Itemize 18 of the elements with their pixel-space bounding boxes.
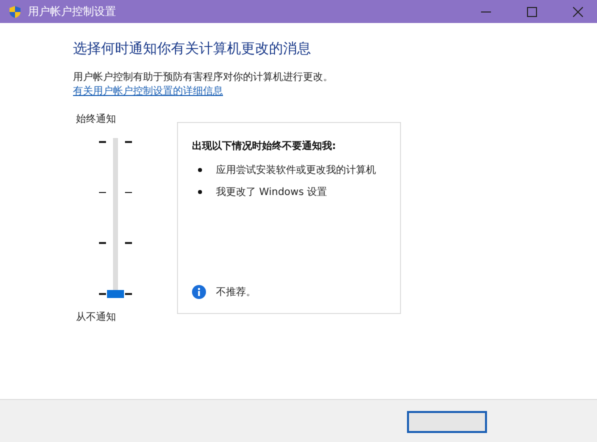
shield-icon bbox=[8, 4, 22, 18]
note-text: 不推荐。 bbox=[216, 286, 256, 299]
slider-thumb[interactable] bbox=[107, 290, 124, 298]
slider-top-label: 始终通知 bbox=[76, 112, 116, 126]
info-icon bbox=[192, 285, 206, 299]
maximize-icon[interactable] bbox=[527, 6, 537, 16]
panel-title: 出现以下情况时始终不要通知我: bbox=[192, 140, 337, 153]
list-item-text: 应用尝试安装软件或更改我的计算机 bbox=[216, 164, 376, 177]
description-text: 用户帐户控制有助于预防有害程序对你的计算机进行更改。 bbox=[73, 70, 334, 84]
details-link[interactable]: 有关用户帐户控制设置的详细信息 bbox=[73, 84, 223, 98]
bullet-icon bbox=[198, 168, 202, 172]
dialog-button[interactable] bbox=[407, 411, 487, 433]
close-icon[interactable] bbox=[573, 6, 583, 16]
bullet-icon bbox=[198, 190, 202, 194]
slider-bottom-label: 从不通知 bbox=[76, 310, 116, 324]
list-item-text: 我更改了 Windows 设置 bbox=[216, 186, 327, 199]
window-title: 用户帐户控制设置 bbox=[28, 4, 116, 19]
page-heading: 选择何时通知你有关计算机更改的消息 bbox=[73, 40, 312, 58]
